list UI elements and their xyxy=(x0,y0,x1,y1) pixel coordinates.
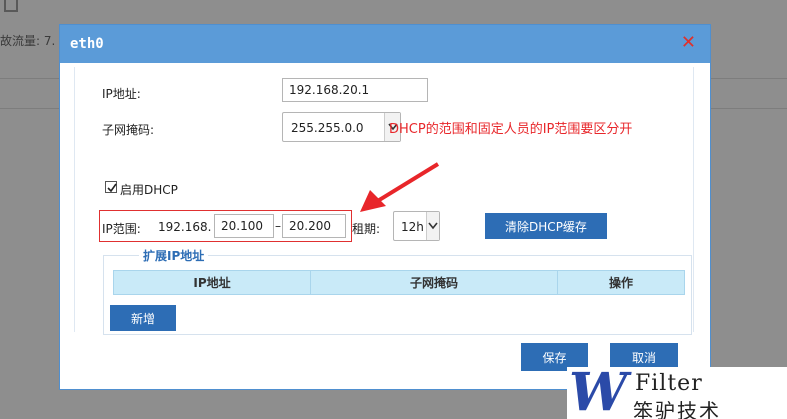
watermark-name: Filter xyxy=(635,371,703,396)
ip-range-separator: – xyxy=(275,219,281,233)
subnet-mask-value: 255.255.0.0 xyxy=(291,121,364,135)
chevron-down-icon xyxy=(426,212,439,240)
ip-range-start-input[interactable] xyxy=(214,214,274,238)
extended-ip-table: IP地址 子网掩码 操作 xyxy=(113,270,685,295)
column-header-mask: 子网掩码 xyxy=(310,270,558,295)
clear-dhcp-cache-button[interactable]: 清除DHCP缓存 xyxy=(485,213,607,239)
column-header-actions: 操作 xyxy=(557,270,685,295)
lease-select[interactable]: 12h xyxy=(393,211,440,241)
subnet-mask-label: 子网掩码: xyxy=(102,123,155,137)
dialog-header: eth0 ✕ xyxy=(60,25,710,63)
close-icon[interactable]: ✕ xyxy=(681,33,696,53)
dialog-title: eth0 xyxy=(70,36,104,52)
lease-label: 租期: xyxy=(352,222,381,236)
interface-dialog: eth0 ✕ IP地址: 子网掩码: 255.255.0.0 启用DHCP DH… xyxy=(59,24,711,390)
subnet-mask-select[interactable]: 255.255.0.0 xyxy=(282,112,401,142)
ip-address-input[interactable] xyxy=(282,78,428,102)
column-header-ip: IP地址 xyxy=(113,270,311,295)
annotation-arrow-icon xyxy=(360,162,440,212)
add-ip-button[interactable]: 新增 xyxy=(110,305,176,331)
extended-ip-legend: 扩展IP地址 xyxy=(139,247,209,264)
extended-ip-section: 扩展IP地址 IP地址 子网掩码 操作 新增 xyxy=(103,247,692,335)
watermark-chinese: 笨驴技术 xyxy=(633,399,721,419)
lease-value: 12h xyxy=(401,220,424,234)
ip-address-label: IP地址: xyxy=(102,87,141,101)
dhcp-checkbox[interactable] xyxy=(105,181,117,193)
dialog-body: IP地址: 子网掩码: 255.255.0.0 启用DHCP DHCP的范围和固… xyxy=(60,63,710,389)
watermark-letter: W xyxy=(569,362,628,419)
dhcp-label: 启用DHCP xyxy=(120,183,178,197)
ip-range-end-input[interactable] xyxy=(282,214,346,238)
ip-range-label: IP范围: xyxy=(102,222,141,236)
table-header-row: IP地址 子网掩码 操作 xyxy=(113,270,685,295)
ip-range-prefix: 192.168. xyxy=(158,220,212,234)
annotation-text: DHCP的范围和固定人员的IP范围要区分开 xyxy=(389,122,633,137)
watermark-logo: W Filter 笨驴技术 xyxy=(567,367,787,419)
